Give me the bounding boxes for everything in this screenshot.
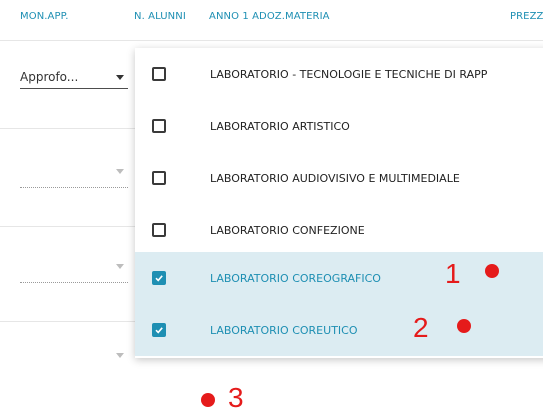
annotation-label-1: 1 <box>445 258 461 289</box>
dropdown-option[interactable]: LABORATORIO - TECNOLOGIE E TECNICHE DI R… <box>135 48 543 100</box>
mon-app-select-4[interactable] <box>20 350 128 362</box>
checkbox[interactable] <box>152 223 166 237</box>
chevron-down-icon <box>116 353 124 358</box>
checkbox[interactable] <box>152 119 166 133</box>
column-header-mon-app[interactable]: MON.APP. <box>20 11 68 22</box>
option-label: LABORATORIO - TECNOLOGIE E TECNICHE DI R… <box>210 67 488 81</box>
dropdown-option[interactable]: LABORATORIO CONFEZIONE <box>135 204 543 256</box>
check-icon <box>155 327 163 334</box>
option-label: LABORATORIO COREUTICO <box>210 323 358 337</box>
column-header-prezzo[interactable]: PREZZO <box>510 11 543 22</box>
materia-dropdown: LABORATORIO - TECNOLOGIE E TECNICHE DI R… <box>135 48 543 358</box>
mon-app-select[interactable]: Approfo... <box>20 66 128 89</box>
option-label: LABORATORIO CONFEZIONE <box>210 223 365 237</box>
option-label: LABORATORIO COREOGRAFICO <box>210 271 381 285</box>
dropdown-option-selected[interactable]: LABORATORIO COREUTICO <box>135 304 543 356</box>
option-label: LABORATORIO AUDIOVISIVO E MULTIMEDIALE <box>210 171 460 185</box>
column-header-n-alunni[interactable]: N. ALUNNI <box>134 11 186 22</box>
option-label: LABORATORIO ARTISTICO <box>210 119 350 133</box>
row-divider <box>0 226 135 227</box>
chevron-down-icon <box>116 169 124 174</box>
dropdown-option[interactable]: LABORATORIO ARTISTICO <box>135 100 543 152</box>
row-divider <box>0 321 135 322</box>
row-divider <box>0 128 135 129</box>
column-header-anno-1-adoz[interactable]: ANNO 1 ADOZ. <box>209 11 285 22</box>
checkbox[interactable] <box>152 67 166 81</box>
table-header: MON.APP. N. ALUNNI ANNO 1 ADOZ. MATERIA … <box>0 0 543 41</box>
check-icon <box>155 275 163 282</box>
checkbox-checked[interactable] <box>152 271 166 285</box>
annotation-dot-3 <box>201 393 215 407</box>
chevron-down-icon <box>116 75 124 80</box>
annotation-dot-1 <box>485 264 499 278</box>
dropdown-option-selected[interactable]: LABORATORIO COREOGRAFICO <box>135 252 543 304</box>
annotation-dot-2 <box>457 319 471 333</box>
annotation-label-3: 3 <box>228 382 244 413</box>
mon-app-select-value: Approfo... <box>20 70 79 84</box>
column-header-materia[interactable]: MATERIA <box>285 11 330 22</box>
mon-app-select-3[interactable] <box>20 262 128 283</box>
dropdown-option[interactable]: LABORATORIO AUDIOVISIVO E MULTIMEDIALE <box>135 152 543 204</box>
checkbox[interactable] <box>152 171 166 185</box>
checkbox-checked[interactable] <box>152 323 166 337</box>
chevron-down-icon <box>116 264 124 269</box>
mon-app-select-2[interactable] <box>20 167 128 188</box>
annotation-label-2: 2 <box>413 312 429 343</box>
